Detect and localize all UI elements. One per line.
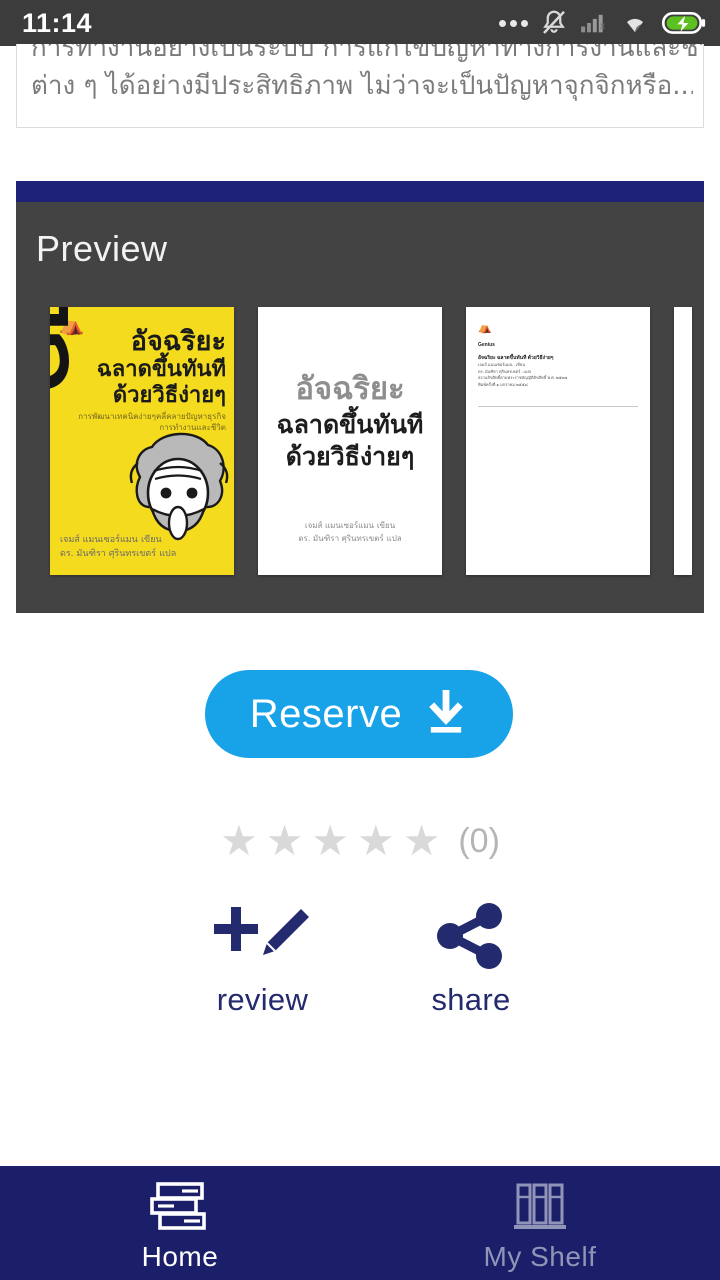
nav-item-home[interactable]: Home (0, 1166, 360, 1280)
share-icon (433, 900, 509, 972)
preview-page-next-clipped[interactable] (674, 307, 692, 575)
bookshelf-icon (510, 1179, 570, 1235)
status-icon-group: x (499, 8, 706, 38)
status-time: 11:14 (22, 7, 93, 38)
reserve-button[interactable]: Reserve (205, 670, 513, 758)
cover-translator: ดร. มันฑิรา ศุรินทรเขตร์ (60, 549, 157, 559)
bottom-navigation: Home My Shelf (0, 1166, 720, 1280)
signal-no-service-icon: x (581, 14, 606, 33)
add-review-label: review (216, 982, 309, 1017)
title-page-author-role: เขียน (376, 521, 396, 530)
more-dots-icon (499, 19, 528, 27)
cover-vertical-title: GENIUS (50, 307, 88, 393)
rating-count: (0) (458, 821, 500, 860)
add-review-pencil-icon (209, 900, 315, 972)
cover-thai-title: อัจฉริยะ ฉลาดขึ้นทันที ด้วยวิธีง่ายๆ (97, 327, 226, 409)
rating-star[interactable]: ★ (311, 818, 349, 864)
preview-accent-bar (16, 181, 704, 202)
preview-page-cover[interactable]: ⛺ GENIUS อัจฉริยะ ฉลาดขึ้นทันที ด้วยวิธี… (50, 307, 234, 575)
download-icon (429, 690, 464, 733)
nav-label-home: Home (141, 1241, 219, 1272)
reserve-button-label: Reserve (249, 691, 403, 736)
cover-author-role: เขียน (140, 535, 162, 545)
cover-title-line-2: ฉลาดขึ้นทันที (96, 357, 226, 382)
title-page-line-3: ด้วยวิธีง่ายๆ (285, 442, 415, 471)
add-review-button[interactable]: review (209, 900, 315, 1018)
preview-page-copyright[interactable]: ⛺ Genius อัจฉริยะ ฉลาดขึ้นทันที ด้วยวิธี… (466, 307, 650, 575)
rating-star[interactable]: ★ (266, 818, 304, 864)
preview-panel: Preview ⛺ GENIUS อัจฉริยะ ฉลาดขึ้นทันที … (16, 202, 704, 613)
title-page-block: อัจฉริยะ ฉลาดขึ้นทันที ด้วยวิธีง่ายๆ (258, 369, 442, 473)
stacked-books-icon (148, 1179, 212, 1235)
nav-label-my-shelf: My Shelf (483, 1241, 597, 1272)
title-page-line-2: ฉลาดขึ้นทันที (276, 410, 424, 439)
preview-thumbnail-strip[interactable]: ⛺ GENIUS อัจฉริยะ ฉลาดขึ้นทันที ด้วยวิธี… (50, 307, 692, 575)
copyright-heading: Genius (478, 342, 495, 348)
nav-item-my-shelf[interactable]: My Shelf (360, 1166, 720, 1280)
title-page-translator: ดร. มันฑิรา ศุรินทรเขตร์ (298, 534, 384, 543)
share-button[interactable]: share (431, 900, 510, 1018)
title-page-line-1: อัจฉริยะ (295, 371, 405, 407)
title-page-translator-role: แปล (386, 534, 402, 543)
book-description-box[interactable]: การทำงานอย่างเป็นระบบ การแก้ไขปัญหาทางกา… (16, 44, 704, 128)
battery-charging-icon (662, 12, 706, 34)
cover-author: เจมส์ แมนเซอร์แมน (60, 535, 138, 545)
rating-star[interactable]: ★ (357, 818, 395, 864)
copyright-filler: ­­­­­­­­­­­­­­­­­­­­­­­­­­­­­­­­­­­­­­­­… (478, 395, 638, 402)
svg-text:x: x (600, 20, 606, 32)
copyright-subheading: อัจฉริยะ ฉลาดขึ้นทันที ด้วยวิธีง่ายๆ (478, 355, 554, 361)
copyright-filler: ­­­­­­­­­­­­­­­­­­­­­­­­­­­­­­­­­­­­­­­­… (478, 411, 638, 418)
copyright-divider (478, 406, 638, 407)
description-line-clipped: การทำงานอย่างเป็นระบบ การแก้ไขปัญหาทางกา… (31, 44, 703, 63)
rating-star[interactable]: ★ (403, 818, 441, 864)
title-page-author: เจมส์ แมนเซอร์แมน (304, 521, 375, 530)
title-page-credits: เจมส์ แมนเซอร์แมน เขียน ดร. มันฑิรา ศุริ… (258, 519, 442, 545)
cover-title-line-1: อัจฉริยะ (130, 326, 226, 357)
rating-star[interactable]: ★ (220, 818, 258, 864)
cover-credits: เจมส์ แมนเซอร์แมน เขียน ดร. มันฑิรา ศุริ… (60, 533, 176, 561)
cover-translator-role: แปล (159, 549, 177, 559)
status-bar: 11:14 x (0, 0, 720, 46)
cover-title-line-3: ด้วยวิธีง่ายๆ (112, 383, 226, 408)
rating-row[interactable]: ★ ★ ★ ★ ★ (0) (0, 818, 720, 864)
bell-muted-icon (543, 10, 565, 34)
copyright-publisher-logo: ⛺ (478, 322, 492, 334)
wifi-icon (627, 18, 643, 33)
share-label: share (431, 982, 511, 1017)
app-screen: 11:14 x การทำงานอย่างเป็นระบบ การแก้ไขปั… (0, 0, 720, 1280)
preview-page-title[interactable]: อัจฉริยะ ฉลาดขึ้นทันที ด้วยวิธีง่ายๆ เจม… (258, 307, 442, 575)
description-line: ต่าง ๆ ได้อย่างมีประสิทธิภาพ ไม่ว่าจะเป็… (31, 71, 693, 101)
action-row: review share (0, 900, 720, 1018)
preview-title: Preview (36, 228, 168, 269)
